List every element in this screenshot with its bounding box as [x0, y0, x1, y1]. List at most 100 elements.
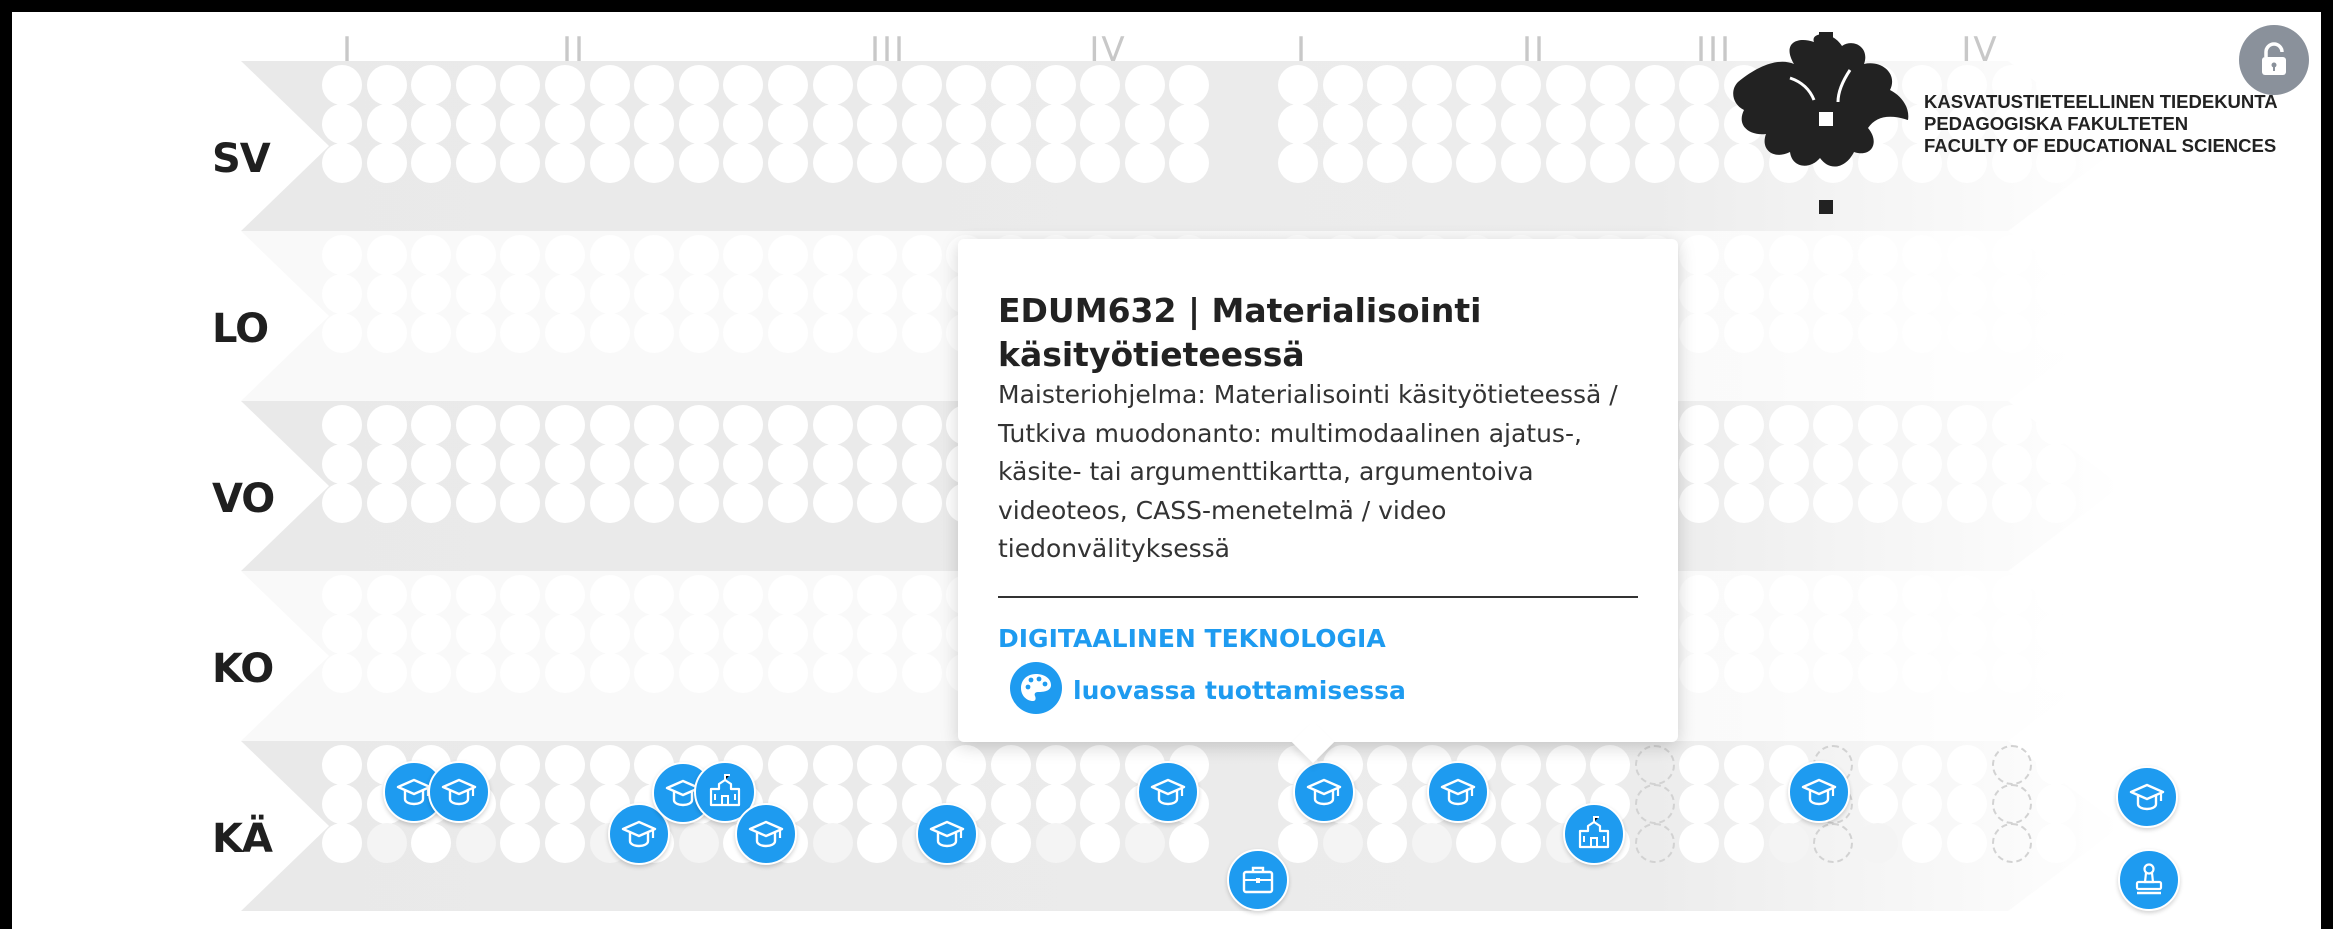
course-slot[interactable]: [901, 104, 942, 144]
course-slot[interactable]: [1634, 143, 1675, 183]
course-slot[interactable]: [1035, 104, 1076, 144]
course-slot[interactable]: [812, 143, 853, 183]
course-slot[interactable]: [1991, 483, 2032, 523]
course-slot[interactable]: [857, 143, 898, 183]
course-slot[interactable]: [1322, 65, 1363, 105]
course-slot[interactable]: [366, 405, 407, 445]
course-slot[interactable]: [1501, 65, 1541, 105]
course-slot[interactable]: [1724, 745, 1764, 785]
course-slot[interactable]: [678, 823, 719, 863]
course-slot[interactable]: [1991, 405, 2032, 445]
course-slot[interactable]: [901, 444, 942, 484]
course-badge[interactable]: [428, 761, 490, 823]
course-slot[interactable]: [1724, 405, 1764, 445]
course-slot[interactable]: [1634, 784, 1675, 824]
course-slot[interactable]: [589, 483, 630, 523]
course-slot[interactable]: [1035, 143, 1076, 183]
course-slot[interactable]: [2036, 405, 2077, 445]
course-slot[interactable]: [634, 65, 675, 105]
course-slot[interactable]: [1322, 823, 1363, 863]
course-slot[interactable]: [1947, 483, 1987, 523]
course-slot[interactable]: [1991, 823, 2032, 863]
course-slot[interactable]: [1080, 65, 1121, 105]
course-slot[interactable]: [857, 823, 898, 863]
course-badge[interactable]: [1227, 849, 1289, 911]
course-slot[interactable]: [991, 745, 1031, 785]
course-slot[interactable]: [589, 745, 630, 785]
course-slot[interactable]: [1545, 65, 1586, 105]
course-slot[interactable]: [1278, 104, 1318, 144]
row-label[interactable]: SV: [212, 136, 271, 182]
course-slot[interactable]: [589, 104, 630, 144]
course-slot[interactable]: [1590, 104, 1631, 144]
course-slot[interactable]: [1813, 483, 1854, 523]
course-slot[interactable]: [1813, 444, 1854, 484]
course-slot[interactable]: [1947, 823, 1987, 863]
course-slot[interactable]: [1813, 405, 1854, 445]
course-slot[interactable]: [991, 784, 1031, 824]
course-slot[interactable]: [768, 483, 808, 523]
course-slot[interactable]: [1634, 745, 1675, 785]
course-slot[interactable]: [857, 483, 898, 523]
course-badge[interactable]: [1563, 803, 1625, 865]
course-slot[interactable]: [1080, 784, 1121, 824]
course-slot[interactable]: [1411, 104, 1452, 144]
course-slot[interactable]: [589, 444, 630, 484]
row-label[interactable]: KO: [212, 646, 274, 692]
course-slot[interactable]: [455, 65, 496, 105]
course-slot[interactable]: [2036, 444, 2077, 484]
course-slot[interactable]: [2036, 784, 2077, 824]
course-slot[interactable]: [455, 483, 496, 523]
course-slot[interactable]: [1124, 65, 1165, 105]
course-slot[interactable]: [1501, 104, 1541, 144]
course-slot[interactable]: [366, 104, 407, 144]
course-slot[interactable]: [1035, 823, 1076, 863]
course-slot[interactable]: [1634, 104, 1675, 144]
course-slot[interactable]: [1367, 143, 1408, 183]
course-slot[interactable]: [545, 143, 585, 183]
course-slot[interactable]: [1545, 143, 1586, 183]
course-slot[interactable]: [1501, 784, 1541, 824]
course-slot[interactable]: [1411, 823, 1452, 863]
course-slot[interactable]: [411, 143, 452, 183]
course-slot[interactable]: [1857, 444, 1898, 484]
course-slot[interactable]: [1278, 65, 1318, 105]
course-slot[interactable]: [1857, 745, 1898, 785]
course-slot[interactable]: [366, 444, 407, 484]
course-slot[interactable]: [768, 104, 808, 144]
course-slot[interactable]: [1124, 143, 1165, 183]
course-slot[interactable]: [2036, 745, 2077, 785]
course-slot[interactable]: [1991, 444, 2032, 484]
course-badge[interactable]: [735, 803, 797, 865]
course-slot[interactable]: [678, 483, 719, 523]
course-slot[interactable]: [1080, 823, 1121, 863]
course-slot[interactable]: [1367, 823, 1408, 863]
course-slot[interactable]: [589, 143, 630, 183]
course-slot[interactable]: [1947, 784, 1987, 824]
course-slot[interactable]: [589, 405, 630, 445]
course-slot[interactable]: [768, 745, 808, 785]
course-slot[interactable]: [455, 104, 496, 144]
course-slot[interactable]: [1768, 405, 1809, 445]
course-slot[interactable]: [411, 104, 452, 144]
course-slot[interactable]: [991, 65, 1031, 105]
course-badge[interactable]: [916, 803, 978, 865]
course-slot[interactable]: [812, 104, 853, 144]
course-slot[interactable]: [322, 405, 362, 445]
course-slot[interactable]: [589, 65, 630, 105]
course-slot[interactable]: [901, 483, 942, 523]
course-slot[interactable]: [1813, 823, 1854, 863]
course-slot[interactable]: [991, 104, 1031, 144]
course-slot[interactable]: [1367, 745, 1408, 785]
course-slot[interactable]: [812, 483, 853, 523]
course-slot[interactable]: [1857, 405, 1898, 445]
course-slot[interactable]: [1991, 745, 2032, 785]
course-slot[interactable]: [678, 65, 719, 105]
course-slot[interactable]: [812, 745, 853, 785]
course-slot[interactable]: [1035, 65, 1076, 105]
course-slot[interactable]: [1768, 444, 1809, 484]
course-slot[interactable]: [812, 444, 853, 484]
course-slot[interactable]: [1322, 104, 1363, 144]
course-slot[interactable]: [2036, 823, 2077, 863]
course-slot[interactable]: [1501, 143, 1541, 183]
